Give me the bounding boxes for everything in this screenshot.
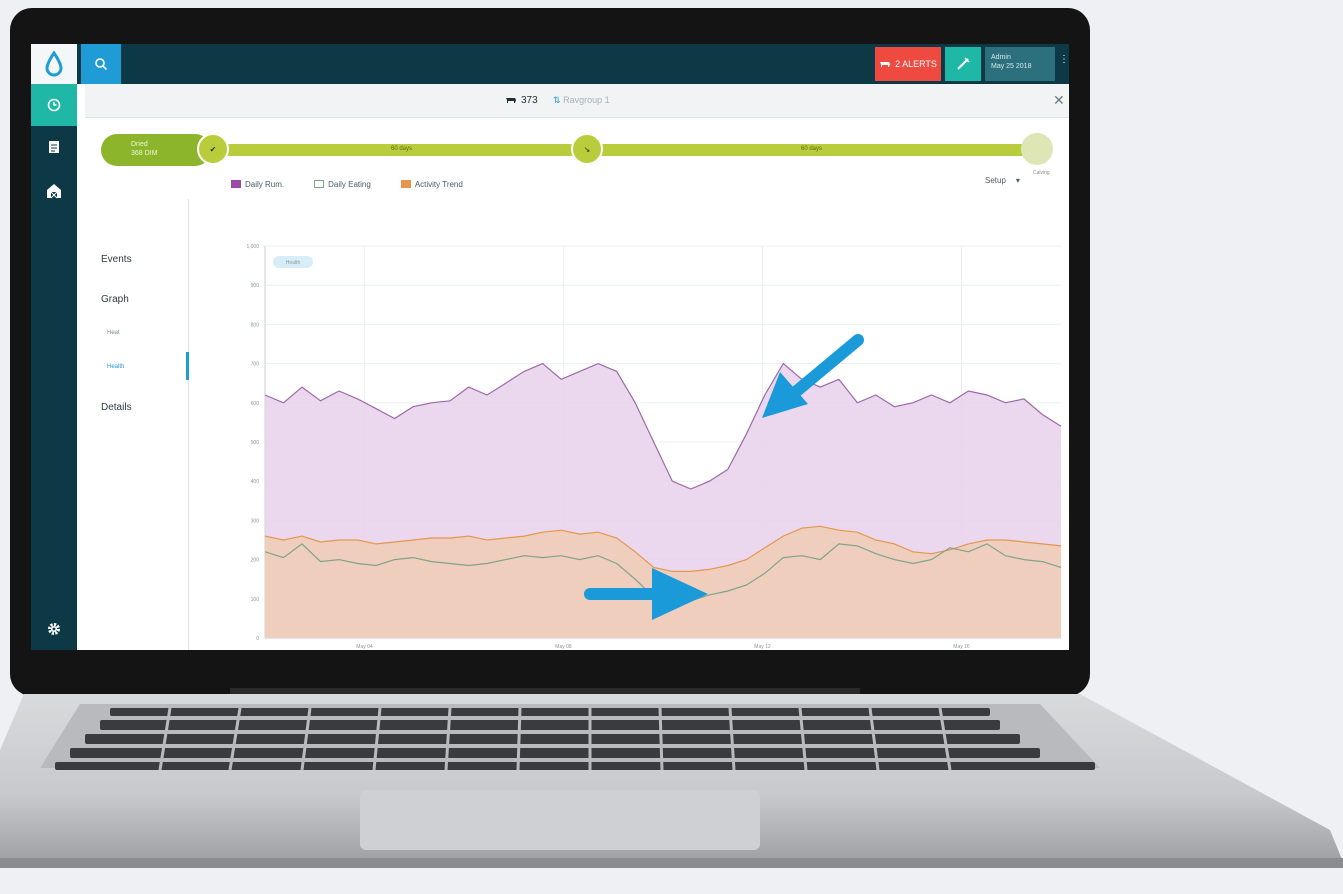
group-icon: ⇅ [553, 95, 561, 105]
y-tick-label: 200 [251, 558, 260, 564]
legend-label: Activity Trend [414, 179, 463, 189]
timeline-segment-1: 60 days [391, 146, 413, 152]
gear-icon [48, 623, 60, 635]
y-tick-label: 400 [251, 479, 260, 485]
health-chart: 0 100 200 300 400 500 600 700 800 900 1,000 May 04 M… [246, 244, 1062, 650]
sidebar-item-farm[interactable] [31, 170, 77, 212]
y-tick-label: 100 [251, 597, 260, 603]
cow-id-number: 373 [521, 95, 538, 106]
health-badge-label: Health [286, 260, 301, 266]
timeline-segment-2: 60 days [801, 146, 823, 152]
cow-icon [880, 62, 891, 67]
x-tick-label: May 12 [754, 644, 771, 650]
more-menu-icon[interactable]: ⋮ [1059, 54, 1069, 65]
legend-activity-trend[interactable]: Activity Trend [400, 176, 463, 192]
user-menu[interactable]: Admin May 25 2018 [985, 47, 1055, 81]
chevron-down-icon: ▾ [1015, 176, 1020, 185]
legend-daily-eating[interactable]: Daily Eating [314, 176, 371, 192]
cow-card-panel: 373 ⇅ Ravgroup 1 ✕ Dried 368 DIM ✔ 60 da… [85, 84, 1069, 650]
nav-details[interactable]: Details [101, 402, 132, 413]
user-name: Admin [991, 54, 1011, 61]
setup-dropdown[interactable]: Setup ▾ [985, 176, 1020, 185]
close-icon[interactable]: ✕ [1053, 92, 1065, 109]
sidebar-item-reports[interactable] [31, 126, 77, 168]
app-logo[interactable] [31, 44, 77, 84]
nav-divider [188, 199, 189, 650]
y-tick-label: 500 [251, 440, 260, 446]
nav-graph-health[interactable]: Health [107, 364, 124, 370]
cow-icon [506, 98, 516, 103]
group-name: Ravgroup 1 [563, 95, 610, 105]
search-icon [95, 58, 108, 71]
legend-swatch-rumination [231, 180, 241, 188]
x-tick-label: May 04 [356, 644, 373, 650]
panel-header: 373 ⇅ Ravgroup 1 ✕ [85, 84, 1069, 118]
y-tick-label: 300 [251, 518, 260, 524]
legend-daily-rumination[interactable]: Daily Rum. [231, 176, 284, 192]
timeline-start-state[interactable]: Dried 368 DIM [101, 134, 211, 166]
app-screen: 2 ALERTS Admin May 25 2018 ⋮ 373 ⇅ Ravgr… [31, 44, 1069, 650]
y-tick-label: 0 [256, 636, 259, 642]
x-tick-label: May 16 [953, 644, 970, 650]
syringe-icon [957, 57, 970, 70]
y-tick-label: 700 [251, 362, 260, 368]
timeline-track [201, 144, 1031, 156]
timeline-end-label: Calving [1033, 170, 1050, 176]
legend-label: Daily Eating [328, 179, 371, 189]
legend-swatch-activity [400, 180, 411, 188]
timeline-node-closeup[interactable]: ↘ [571, 133, 603, 165]
top-bar: 2 ALERTS Admin May 25 2018 ⋮ [31, 44, 1069, 84]
main-sidebar [31, 84, 77, 650]
y-tick-label: 1,000 [246, 244, 259, 250]
sync-button[interactable] [945, 47, 981, 81]
group-tag[interactable]: ⇅ Ravgroup 1 [553, 95, 610, 106]
laptop-keyboard-base [0, 694, 1343, 868]
cow-id: 373 [505, 95, 538, 106]
legend-swatch-eating [314, 180, 325, 188]
user-date: May 25 2018 [991, 63, 1032, 70]
y-tick-label: 800 [251, 322, 260, 328]
x-tick-label: May 08 [555, 644, 572, 650]
lifecycle-timeline: Dried 368 DIM ✔ 60 days ↘ 60 days Calvin… [101, 132, 1053, 176]
y-tick-label: 900 [251, 283, 260, 289]
legend-label: Daily Rum. [245, 179, 285, 189]
nav-events[interactable]: Events [101, 254, 132, 265]
search-button[interactable] [81, 44, 121, 84]
alerts-label: 2 ALERTS [895, 59, 937, 69]
barn-icon [47, 184, 61, 199]
nav-active-marker [186, 352, 189, 380]
timeline-node-dry[interactable]: ✔ [197, 133, 229, 165]
alerts-button[interactable]: 2 ALERTS [875, 47, 941, 81]
timeline-node-calving[interactable] [1021, 133, 1053, 165]
nav-graph[interactable]: Graph [101, 294, 129, 305]
clock-icon [47, 98, 61, 112]
setup-label: Setup [985, 176, 1006, 185]
sidebar-item-dashboard[interactable] [31, 84, 77, 126]
y-tick-label: 600 [251, 401, 260, 407]
chart-legend: Daily Rum. Daily Eating Activity Trend [231, 176, 463, 192]
nav-graph-heat[interactable]: Heat [107, 330, 120, 336]
report-icon [49, 141, 59, 153]
sidebar-item-settings[interactable] [31, 608, 77, 650]
